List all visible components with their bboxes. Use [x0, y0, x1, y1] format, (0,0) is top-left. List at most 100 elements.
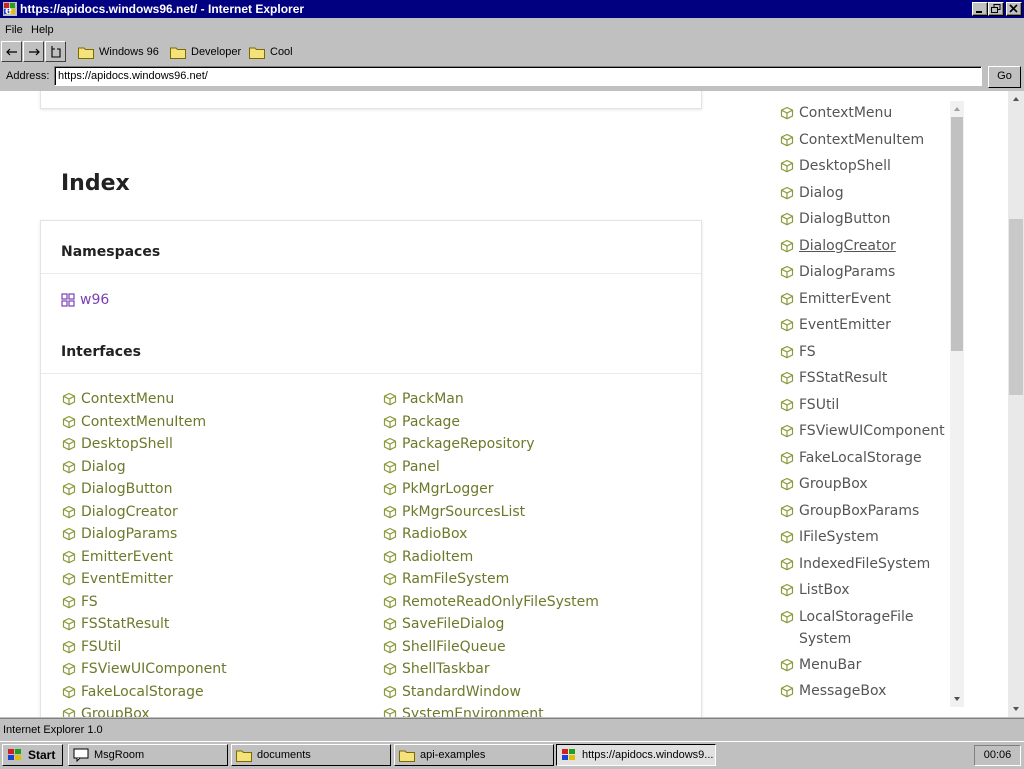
interface-link[interactable]: RadioBox [383, 526, 467, 542]
taskbar-item-ie[interactable]: https://apidocs.windows9... [556, 744, 716, 766]
interface-link[interactable]: Package [383, 414, 460, 430]
sidebar-item[interactable]: ContextMenu [780, 102, 892, 124]
sidebar-item-label: DesktopShell [799, 158, 891, 174]
interface-label: FSStatResult [81, 616, 170, 632]
interface-link[interactable]: RadioItem [383, 549, 473, 565]
sidebar-item[interactable]: DialogButton [780, 208, 891, 230]
favorite-developer[interactable]: Developer [170, 43, 241, 61]
interface-link[interactable]: ShellFileQueue [383, 639, 506, 655]
cube-outline-icon [62, 527, 76, 541]
sidebar-item[interactable]: GroupBoxParams [780, 500, 919, 522]
interface-link[interactable]: PackMan [383, 391, 464, 407]
interface-link[interactable]: RamFileSystem [383, 571, 509, 587]
cube-outline-icon [780, 398, 794, 411]
favorite-label: Windows 96 [99, 46, 159, 58]
interface-label: ShellFileQueue [402, 638, 506, 655]
svg-text:e: e [5, 4, 12, 17]
sidebar-item[interactable]: ContextMenuItem [780, 129, 924, 151]
interface-link[interactable]: Dialog [62, 459, 126, 475]
sidebar-item-label: LocalStorageFile System [799, 608, 914, 647]
sidebar-item[interactable]: ListBox [780, 579, 850, 601]
interface-link[interactable]: DialogButton [62, 481, 173, 497]
interface-link[interactable]: EventEmitter [62, 571, 173, 587]
sidebar-item[interactable]: LocalStorageFile System [780, 606, 919, 650]
page-scrollbar[interactable] [1008, 91, 1024, 717]
taskbar-item-api-examples[interactable]: api-examples [394, 744, 554, 766]
window-title: https://apidocs.windows96.net/ - Interne… [20, 2, 305, 16]
interface-link[interactable]: FSViewUIComponent [62, 661, 227, 677]
cube-outline-icon [383, 392, 397, 406]
title-bar[interactable]: e https://apidocs.windows96.net/ - Inter… [0, 0, 1024, 18]
cube-outline-icon [780, 424, 794, 438]
interface-link[interactable]: SaveFileDialog [383, 616, 504, 632]
scroll-down-icon [954, 697, 960, 701]
interface-link[interactable]: Panel [383, 459, 440, 475]
interface-link[interactable]: RemoteReadOnlyFileSystem [383, 594, 599, 610]
interface-link[interactable]: FS [62, 594, 98, 610]
sidebar-item[interactable]: EmitterEvent [780, 288, 891, 310]
interface-label: RadioBox [402, 526, 468, 542]
interface-label: FakeLocalStorage [81, 683, 204, 700]
sidebar-item[interactable]: FSViewUIComponent [780, 420, 945, 442]
sidebar-item[interactable]: FakeLocalStorage [780, 447, 922, 469]
refresh-button[interactable] [45, 41, 66, 62]
interface-link[interactable]: GroupBox [62, 706, 150, 717]
sidebar-item[interactable]: FSUtil [780, 394, 839, 416]
refresh-icon [51, 46, 61, 58]
interface-link[interactable]: StandardWindow [383, 684, 521, 700]
start-button[interactable]: Start [2, 744, 63, 766]
go-button[interactable]: Go [988, 66, 1021, 88]
menu-help[interactable]: Help [31, 24, 54, 36]
interface-link[interactable]: SystemEnvironment [383, 706, 544, 717]
interface-link[interactable]: EmitterEvent [62, 549, 173, 565]
cube-outline-icon [780, 265, 794, 279]
sidebar-item-label: MessageBox [799, 683, 887, 699]
cube-outline-icon [780, 557, 794, 570]
page-viewport[interactable]: Index Namespaces w96 Interfaces ContextM… [0, 91, 1008, 717]
interface-link[interactable]: PkMgrLogger [383, 481, 494, 497]
sidebar-item[interactable]: Dialog [780, 182, 844, 204]
maximize-button[interactable] [988, 2, 1004, 16]
sidebar-item[interactable]: IndexedFileSystem [780, 553, 930, 575]
forward-button[interactable] [23, 41, 44, 62]
interface-link[interactable]: ContextMenu [62, 391, 174, 407]
sidebar-item[interactable]: DialogParams [780, 261, 895, 283]
sidebar-item[interactable]: DesktopShell [780, 155, 891, 177]
interface-link[interactable]: ContextMenuItem [62, 414, 206, 430]
interface-link[interactable]: PkMgrSourcesList [383, 504, 525, 520]
sidebar-item[interactable]: EventEmitter [780, 314, 891, 336]
taskbar-item-msgroom[interactable]: MsgRoom [68, 744, 228, 766]
menu-file[interactable]: File [5, 24, 23, 36]
sidebar-item[interactable]: DialogCreator [780, 235, 896, 257]
minimize-button[interactable] [972, 2, 988, 16]
sidebar-scrollbar-thumb[interactable] [951, 117, 963, 351]
favorite-windows96[interactable]: Windows 96 [78, 43, 159, 61]
interface-link[interactable]: DialogParams [62, 526, 177, 542]
interface-link[interactable]: DialogCreator [62, 504, 178, 520]
cube-outline-icon [62, 505, 76, 518]
interface-link[interactable]: DesktopShell [62, 436, 173, 452]
address-input[interactable]: https://apidocs.windows96.net/ [54, 66, 982, 86]
namespace-link-w96[interactable]: w96 [61, 292, 109, 308]
sidebar-item[interactable]: IFileSystem [780, 526, 879, 548]
cube-outline-icon [780, 292, 794, 305]
sidebar-scrollbar[interactable] [950, 101, 964, 707]
page-scrollbar-thumb[interactable] [1009, 219, 1023, 395]
sidebar-item[interactable]: MessageBox [780, 680, 886, 702]
interface-link[interactable]: PackageRepository [383, 436, 534, 452]
interface-link[interactable]: FakeLocalStorage [62, 684, 204, 700]
interface-link[interactable]: FSStatResult [62, 616, 169, 632]
sidebar-item[interactable]: FSStatResult [780, 367, 887, 389]
interface-link[interactable]: FSUtil [62, 639, 121, 655]
sidebar-item[interactable]: GroupBox [780, 473, 868, 495]
sidebar-item-label: ContextMenu [799, 105, 893, 121]
sidebar-item[interactable]: FS [780, 341, 816, 363]
sidebar-item-label: DialogButton [799, 211, 891, 227]
interface-link[interactable]: ShellTaskbar [383, 661, 490, 677]
favorite-cool[interactable]: Cool [249, 43, 293, 61]
interface-label: StandardWindow [402, 683, 521, 700]
sidebar-item[interactable]: MenuBar [780, 654, 861, 676]
back-button[interactable] [1, 41, 22, 62]
taskbar-item-documents[interactable]: documents [231, 744, 391, 766]
close-button[interactable] [1006, 2, 1022, 16]
